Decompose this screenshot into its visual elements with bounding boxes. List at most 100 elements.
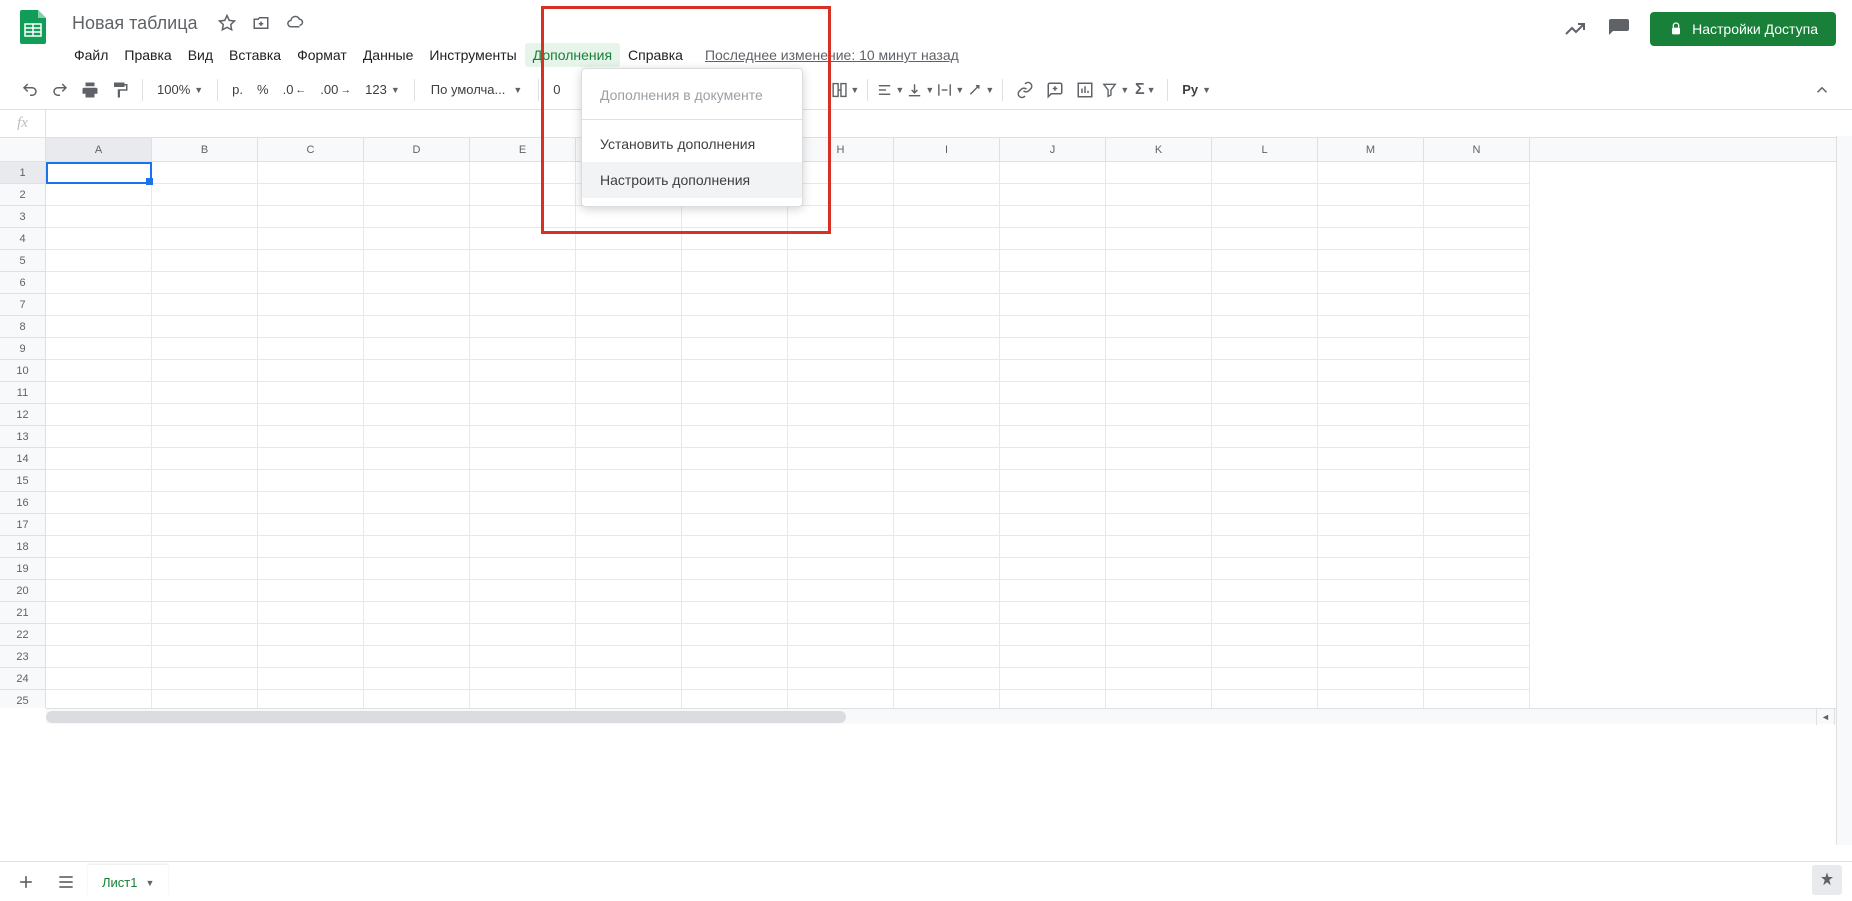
cell[interactable] <box>1212 536 1318 558</box>
cell[interactable] <box>46 338 152 360</box>
cell[interactable] <box>894 162 1000 184</box>
cell[interactable] <box>1000 272 1106 294</box>
cell[interactable] <box>682 492 788 514</box>
scroll-left-icon[interactable]: ◄ <box>1816 709 1834 725</box>
cell[interactable] <box>1000 162 1106 184</box>
cell[interactable] <box>46 382 152 404</box>
cell[interactable] <box>470 580 576 602</box>
cell[interactable] <box>1318 294 1424 316</box>
column-header[interactable]: B <box>152 138 258 161</box>
scroll-thumb[interactable] <box>46 711 846 723</box>
cell[interactable] <box>152 558 258 580</box>
cell[interactable] <box>894 382 1000 404</box>
cell[interactable] <box>152 690 258 708</box>
cell[interactable] <box>788 228 894 250</box>
cell[interactable] <box>1106 404 1212 426</box>
cell[interactable] <box>470 448 576 470</box>
cell[interactable] <box>1212 558 1318 580</box>
cell[interactable] <box>1212 404 1318 426</box>
cell[interactable] <box>1212 250 1318 272</box>
cell[interactable] <box>576 690 682 708</box>
column-header[interactable]: A <box>46 138 152 161</box>
cell[interactable] <box>1212 448 1318 470</box>
menu-file[interactable]: Файл <box>66 43 116 67</box>
cell[interactable] <box>1000 206 1106 228</box>
cell[interactable] <box>788 184 894 206</box>
column-header[interactable]: H <box>788 138 894 161</box>
cell[interactable] <box>1424 492 1530 514</box>
cell[interactable] <box>364 162 470 184</box>
cell[interactable] <box>1318 514 1424 536</box>
move-icon[interactable] <box>250 12 272 34</box>
cell[interactable] <box>1318 426 1424 448</box>
cell[interactable] <box>364 206 470 228</box>
menu-edit[interactable]: Правка <box>116 43 179 67</box>
column-header[interactable]: E <box>470 138 576 161</box>
row-header[interactable]: 14 <box>0 448 46 470</box>
menu-view[interactable]: Вид <box>180 43 221 67</box>
cell[interactable] <box>46 646 152 668</box>
row-header[interactable]: 8 <box>0 316 46 338</box>
cell[interactable] <box>152 580 258 602</box>
cell[interactable] <box>1106 668 1212 690</box>
menu-format[interactable]: Формат <box>289 43 355 67</box>
cell[interactable] <box>1424 184 1530 206</box>
cell[interactable] <box>1212 514 1318 536</box>
cell[interactable] <box>470 668 576 690</box>
cell[interactable] <box>152 272 258 294</box>
cell[interactable] <box>258 580 364 602</box>
insert-chart-icon[interactable] <box>1071 76 1099 104</box>
cell[interactable] <box>1318 272 1424 294</box>
cell[interactable] <box>682 426 788 448</box>
cell[interactable] <box>682 470 788 492</box>
cell[interactable] <box>682 206 788 228</box>
cell[interactable] <box>364 250 470 272</box>
cell[interactable] <box>258 448 364 470</box>
cell[interactable] <box>46 514 152 536</box>
cell[interactable] <box>1000 514 1106 536</box>
cell[interactable] <box>46 558 152 580</box>
cell[interactable] <box>258 558 364 580</box>
cell[interactable] <box>364 558 470 580</box>
cell[interactable] <box>258 294 364 316</box>
doc-title[interactable]: Новая таблица <box>66 11 204 36</box>
functions-icon[interactable]: Σ▼ <box>1131 76 1159 104</box>
cell[interactable] <box>894 404 1000 426</box>
cell[interactable] <box>788 206 894 228</box>
cell[interactable] <box>788 580 894 602</box>
column-header[interactable]: J <box>1000 138 1106 161</box>
cell[interactable] <box>894 206 1000 228</box>
cell[interactable] <box>1424 360 1530 382</box>
cell[interactable] <box>576 514 682 536</box>
paint-format-icon[interactable] <box>106 76 134 104</box>
cell[interactable] <box>1424 470 1530 492</box>
cell[interactable] <box>1212 382 1318 404</box>
cell[interactable] <box>1318 668 1424 690</box>
cell[interactable] <box>1424 426 1530 448</box>
cell[interactable] <box>1424 536 1530 558</box>
cell[interactable] <box>470 184 576 206</box>
cell[interactable] <box>470 514 576 536</box>
cell[interactable] <box>364 448 470 470</box>
cell[interactable] <box>1424 624 1530 646</box>
cell[interactable] <box>1212 228 1318 250</box>
cell[interactable] <box>46 492 152 514</box>
font-select[interactable]: По умолча...▼ <box>423 78 530 101</box>
cell[interactable] <box>682 250 788 272</box>
cell[interactable] <box>788 624 894 646</box>
cell[interactable] <box>1106 448 1212 470</box>
cell[interactable] <box>46 426 152 448</box>
column-header[interactable]: L <box>1212 138 1318 161</box>
vertical-align-icon[interactable]: ▼ <box>906 76 934 104</box>
cell[interactable] <box>576 624 682 646</box>
cell[interactable] <box>1424 206 1530 228</box>
cell[interactable] <box>1000 690 1106 708</box>
cell[interactable] <box>258 228 364 250</box>
last-edit-link[interactable]: Последнее изменение: 10 минут назад <box>705 47 959 63</box>
cell[interactable] <box>1000 184 1106 206</box>
cell[interactable] <box>152 360 258 382</box>
cell[interactable] <box>1318 690 1424 708</box>
sheet-tab[interactable]: Лист1 ▼ <box>88 865 168 898</box>
cell[interactable] <box>1424 228 1530 250</box>
cell[interactable] <box>152 294 258 316</box>
